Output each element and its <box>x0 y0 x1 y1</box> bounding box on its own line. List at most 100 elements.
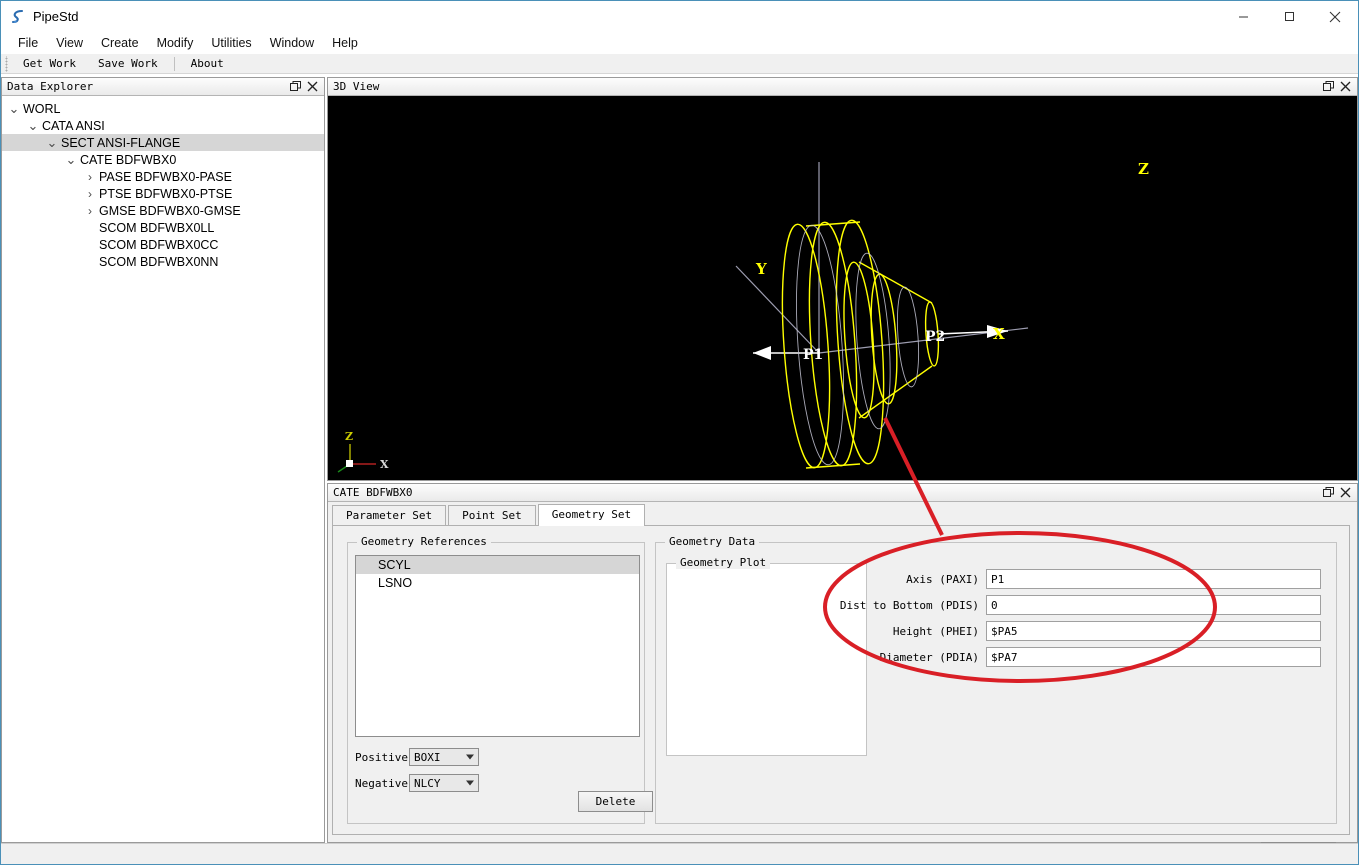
axis-label-x: X <box>993 325 1005 343</box>
menu-item-file[interactable]: File <box>9 34 47 52</box>
tree-node[interactable]: ⌄ WORL <box>2 100 324 117</box>
axis-field-row: Axis (PAXI) P1 <box>834 568 1321 590</box>
maximize-button[interactable] <box>1266 1 1312 32</box>
height-field-row: Height (PHEI) $PA5 <box>834 620 1321 642</box>
negative-value: NLCY <box>414 776 441 790</box>
window-controls <box>1220 1 1358 32</box>
triad-label-x: X <box>380 458 389 471</box>
negative-row: Negative NLCY <box>355 774 479 792</box>
close-button[interactable] <box>1312 1 1358 32</box>
menu-item-modify[interactable]: Modify <box>148 34 203 52</box>
tree-node[interactable]: SCOM BDFWBX0LL <box>2 219 324 236</box>
tree-node[interactable]: › GMSE BDFWBX0-GMSE <box>2 202 324 219</box>
get-work-button[interactable]: Get Work <box>13 56 86 71</box>
point-label-p2: P2 <box>925 329 945 345</box>
chevron-down-icon[interactable]: ⌄ <box>25 118 41 134</box>
cate-panel-title: CATE BDFWBX0 <box>333 486 413 499</box>
chevron-right-icon[interactable]: › <box>82 203 98 219</box>
flange-wireframe <box>781 219 940 469</box>
height-input[interactable]: $PA5 <box>986 621 1321 641</box>
delete-button[interactable]: Delete <box>578 791 653 812</box>
negative-label: Negative <box>355 776 408 790</box>
tree-node[interactable]: ⌄ CATA ANSI <box>2 117 324 134</box>
chevron-down-icon[interactable]: ⌄ <box>44 135 60 151</box>
tree-node-label: SECT ANSI-FLANGE <box>61 135 181 150</box>
chevron-down-icon[interactable]: ⌄ <box>63 152 79 168</box>
axis-triad-gizmo: Z X <box>337 430 389 473</box>
3d-view-title: 3D View <box>333 80 380 93</box>
tree-node[interactable]: › PTSE BDFWBX0-PTSE <box>2 185 324 202</box>
pipestd-logo-icon <box>9 8 27 26</box>
float-icon[interactable] <box>1322 486 1335 499</box>
geometry-tabstrip: Parameter Set Point Set Geometry Set <box>332 504 647 526</box>
axis-label-z: Z <box>1138 160 1149 178</box>
positive-label: Positive <box>355 750 408 764</box>
close-icon[interactable] <box>1339 486 1352 499</box>
tree-node-label: CATE BDFWBX0 <box>80 152 177 167</box>
cate-panel-caption: CATE BDFWBX0 <box>328 484 1357 502</box>
chevron-right-icon[interactable]: › <box>82 186 98 202</box>
point-label-p1: P1 <box>803 347 823 363</box>
diameter-input[interactable]: $PA7 <box>986 647 1321 667</box>
chevron-down-icon <box>466 780 474 786</box>
positive-row: Positive BOXI <box>355 748 479 766</box>
negative-dropdown[interactable]: NLCY <box>409 774 479 792</box>
axis-input[interactable]: P1 <box>986 569 1321 589</box>
axis-label-y: Y <box>755 260 767 278</box>
application-window: PipeStd File View Create Modify Utilitie… <box>0 0 1359 865</box>
close-icon[interactable] <box>1339 80 1352 93</box>
title-bar: PipeStd <box>1 1 1358 32</box>
axis-label: Axis (PAXI) <box>906 572 979 586</box>
close-icon[interactable] <box>306 80 319 93</box>
tree-node-label: SCOM BDFWBX0NN <box>99 254 219 269</box>
tree-node-label: SCOM BDFWBX0CC <box>99 237 219 252</box>
height-label: Height (PHEI) <box>892 624 979 638</box>
float-icon[interactable] <box>289 80 302 93</box>
dist-to-bottom-label: Dist to Bottom (PDIS) <box>839 598 979 612</box>
toolbar-grip-handle[interactable] <box>3 55 10 72</box>
data-explorer-tree[interactable]: ⌄ WORL ⌄ CATA ANSI ⌄ SECT ANSI-FLANGE ⌄ CATE BD… <box>2 96 324 841</box>
float-icon[interactable] <box>1322 80 1335 93</box>
status-bar <box>1 843 1358 864</box>
geometry-references-list[interactable]: SCYL LSNO <box>355 555 640 737</box>
cate-properties-panel: CATE BDFWBX0 Parameter Set Point Set Geo… <box>327 483 1358 863</box>
tab-geometry-set[interactable]: Geometry Set <box>537 504 646 526</box>
tree-node[interactable]: ⌄ CATE BDFWBX0 <box>2 151 324 168</box>
list-item[interactable]: LSNO <box>356 574 639 592</box>
tree-node-label: PASE BDFWBX0-PASE <box>99 169 232 184</box>
tab-parameter-set[interactable]: Parameter Set <box>332 505 447 526</box>
app-title: PipeStd <box>33 9 79 24</box>
geometry-data-title: Geometry Data <box>665 535 760 548</box>
positive-dropdown[interactable]: BOXI <box>409 748 479 766</box>
chevron-down-icon[interactable]: ⌄ <box>6 101 22 117</box>
tree-node[interactable]: ⌄ SECT ANSI-FLANGE <box>2 134 324 151</box>
minimize-button[interactable] <box>1220 1 1266 32</box>
tree-node-label: PTSE BDFWBX0-PTSE <box>99 186 233 201</box>
menu-item-utilities[interactable]: Utilities <box>202 34 260 52</box>
menu-item-view[interactable]: View <box>47 34 92 52</box>
save-work-button[interactable]: Save Work <box>88 56 168 71</box>
dist-to-bottom-field-row: Dist to Bottom (PDIS) 0 <box>834 594 1321 616</box>
menu-item-window[interactable]: Window <box>261 34 323 52</box>
geometry-set-tabpage: Geometry References SCYL LSNO Positive BO… <box>332 525 1350 863</box>
geometry-references-title: Geometry References <box>357 535 491 548</box>
geometry-data-group: Geometry Data Geometry Plot Axis (PAXI) … <box>655 535 1337 824</box>
menu-item-help[interactable]: Help <box>323 34 367 52</box>
world-axes <box>735 162 1029 354</box>
tree-node[interactable]: SCOM BDFWBX0CC <box>2 236 324 253</box>
tree-node[interactable]: › PASE BDFWBX0-PASE <box>2 168 324 185</box>
about-button[interactable]: About <box>181 56 234 71</box>
chevron-right-icon[interactable]: › <box>82 169 98 185</box>
dist-to-bottom-input[interactable]: 0 <box>986 595 1321 615</box>
tree-node[interactable]: SCOM BDFWBX0NN <box>2 253 324 270</box>
tree-node-label: CATA ANSI <box>42 118 105 133</box>
tab-point-set[interactable]: Point Set <box>448 505 536 526</box>
3d-viewport[interactable]: Z Y X P1 P2 Z X <box>328 96 1357 480</box>
data-explorer-caption: Data Explorer <box>2 78 324 96</box>
geometry-references-group: Geometry References SCYL LSNO Positive BO… <box>347 535 653 824</box>
menu-item-create[interactable]: Create <box>92 34 148 52</box>
tree-node-label: SCOM BDFWBX0LL <box>99 220 215 235</box>
menu-bar: File View Create Modify Utilities Window… <box>1 32 1358 54</box>
list-item[interactable]: SCYL <box>356 556 639 574</box>
diameter-field-row: Diameter (PDIA) $PA7 <box>834 646 1321 668</box>
